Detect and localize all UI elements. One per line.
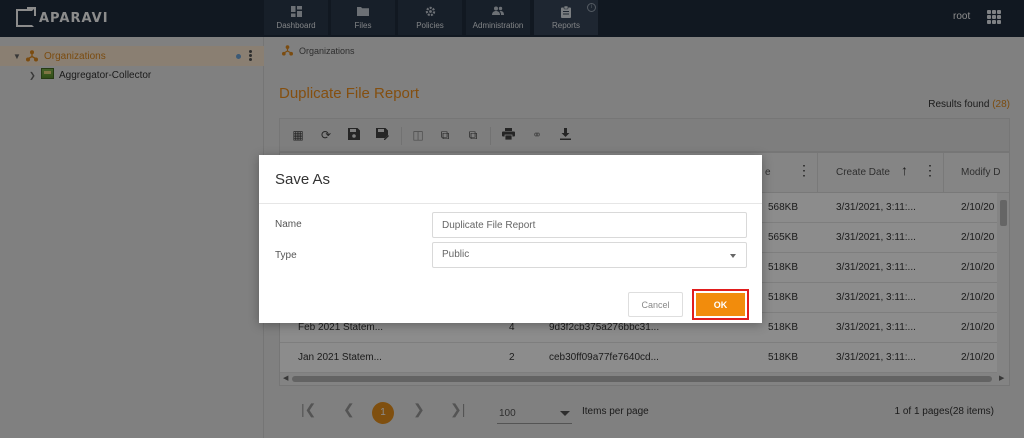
type-select[interactable]: Public	[432, 242, 747, 268]
dialog-title: Save As	[275, 171, 331, 188]
ok-button-highlight: OK	[692, 289, 749, 320]
type-select-value: Public	[442, 249, 470, 260]
chevron-down-icon	[730, 254, 736, 258]
cancel-button[interactable]: Cancel	[628, 292, 683, 317]
name-label: Name	[275, 219, 302, 230]
dialog-divider	[259, 203, 762, 204]
name-field[interactable]	[432, 212, 747, 238]
ok-button[interactable]: OK	[696, 293, 745, 316]
type-label: Type	[275, 250, 297, 261]
save-as-dialog: Save As Name Type Public Cancel OK	[259, 155, 762, 323]
